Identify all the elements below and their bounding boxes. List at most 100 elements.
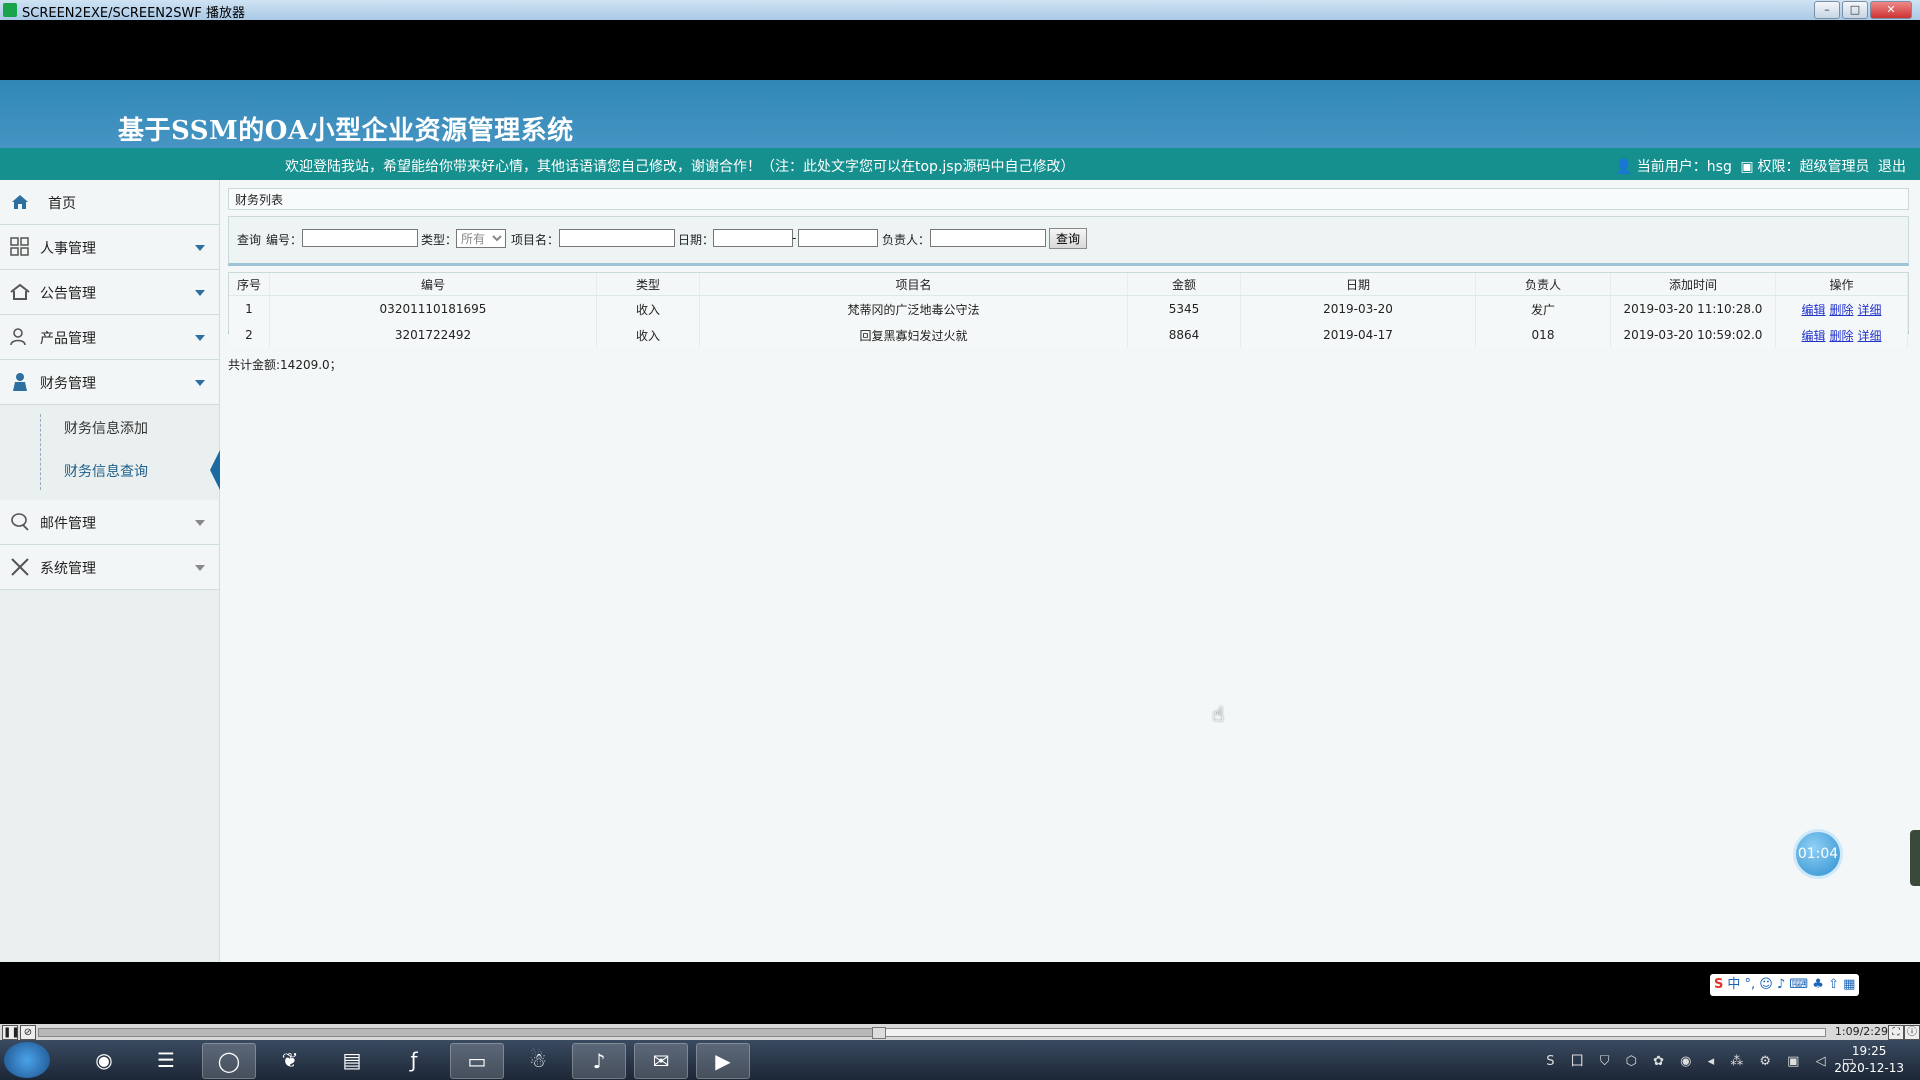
cell-added: 2019-03-20 11:10:28.0	[1610, 295, 1776, 322]
table-header: 负责人	[1475, 273, 1611, 296]
qq-icon[interactable]: ☃	[512, 1043, 564, 1077]
recording-timer[interactable]: 01:04	[1796, 832, 1840, 876]
query-button[interactable]: 查询	[1049, 228, 1088, 249]
chevron-down-icon	[195, 520, 205, 526]
player-controls: ❚❚ ⊘ 1:09/2:29 ⛶ ⓘ	[0, 1024, 1920, 1040]
type-label: 类型：	[421, 233, 458, 247]
cell-actions: 编辑 删除 详细	[1775, 322, 1908, 348]
table-header: 项目名	[699, 273, 1128, 296]
panel-title: 财务列表	[228, 188, 1909, 210]
cell-owner: 发广	[1475, 295, 1611, 322]
table-header: 金额	[1127, 273, 1241, 296]
date-separator: -	[792, 231, 797, 245]
chat-icon	[11, 513, 29, 531]
chevron-down-icon	[195, 290, 205, 296]
date-end-input[interactable]	[798, 229, 878, 247]
sidebar-item-label: 首页	[48, 196, 76, 212]
code-input[interactable]	[302, 229, 418, 247]
detail-link[interactable]: 详细	[1858, 329, 1882, 343]
terminal-icon[interactable]: ☰	[140, 1043, 192, 1077]
table-row: 1 03201110181695 收入 梵蒂冈的广泛地毒公守法 5345 201…	[229, 295, 1908, 322]
total-amount: 共计金额:14209.0；	[228, 358, 342, 372]
owner-label: 负责人：	[882, 233, 931, 247]
code-label: 编号：	[266, 233, 303, 247]
hand-cursor-icon: ☝	[1212, 702, 1225, 726]
delete-link[interactable]: 删除	[1829, 303, 1853, 317]
minimize-button[interactable]: –	[1814, 1, 1840, 19]
leaf-icon[interactable]: ❦	[264, 1043, 316, 1077]
sidebar-item-finance[interactable]: 财务管理	[0, 360, 219, 405]
app-icon	[3, 3, 17, 17]
sidebar-item-mail[interactable]: 邮件管理	[0, 500, 219, 545]
wechat-icon[interactable]: ✉	[634, 1043, 688, 1079]
flash-icon[interactable]: ƒ	[388, 1043, 440, 1077]
logout-link[interactable]: 退出	[1878, 159, 1906, 175]
table-row: 2 3201722492 收入 回复黑寡妇发过火就 8864 2019-04-1…	[229, 322, 1908, 348]
table-header: 添加时间	[1610, 273, 1776, 296]
table-header: 日期	[1240, 273, 1476, 296]
ime-toolbar[interactable]: S中 °, ☺ ♪ ⌨ ♣ ⇧ ▦	[1710, 974, 1860, 996]
date-start-input[interactable]	[713, 229, 793, 247]
system-tray[interactable]: S 囗 ⛉ ⬡ ✿ ◉ ◂ ⁂ ⚙ ▣ ◁ ▭	[1546, 1050, 1860, 1069]
delete-link[interactable]: 删除	[1829, 329, 1853, 343]
stop-icon[interactable]: ⊘	[20, 1025, 36, 1040]
info-icon[interactable]: ⓘ	[1904, 1025, 1920, 1040]
close-button[interactable]: ✕	[1870, 1, 1912, 19]
edit-link[interactable]: 编辑	[1801, 303, 1825, 317]
audio-icon[interactable]: ♪	[572, 1043, 626, 1079]
chevron-down-icon	[195, 335, 205, 341]
active-indicator	[210, 450, 220, 490]
cell-type: 收入	[596, 295, 700, 322]
sidebar-item-notice[interactable]: 公告管理	[0, 270, 219, 315]
project-label: 项目名：	[511, 233, 560, 247]
user-icon: 👤	[1615, 159, 1633, 175]
sidebar-item-home[interactable]: 首页	[0, 180, 219, 225]
edit-link[interactable]: 编辑	[1801, 329, 1825, 343]
sidebar-item-label: 财务管理	[40, 376, 96, 392]
cell-amount: 5345	[1127, 295, 1241, 322]
type-select[interactable]: 所有	[456, 229, 506, 248]
fullscreen-icon[interactable]: ⛶	[1888, 1025, 1904, 1040]
progress-track[interactable]	[38, 1027, 1826, 1039]
permission: 权限：超级管理员	[1757, 159, 1870, 175]
owner-input[interactable]	[930, 229, 1046, 247]
clock[interactable]: 19:25 2020-12-13	[1834, 1043, 1904, 1077]
time-readout: 1:09/2:29	[1834, 1025, 1888, 1038]
grid-icon	[10, 237, 29, 256]
sidebar-item-product[interactable]: 产品管理	[0, 315, 219, 360]
content-area: 财务列表 查询 编号： 类型： 所有 项目名： 日期： - 负责人： 查询 序号…	[220, 180, 1920, 962]
search-bar: 查询 编号： 类型： 所有 项目名： 日期： - 负责人： 查询	[228, 216, 1909, 266]
tools-icon	[11, 558, 29, 576]
browser-icon[interactable]: ◯	[202, 1043, 256, 1079]
site-header: 基于SSM的OA小型企业资源管理系统	[0, 80, 1920, 148]
welcome-bar: 欢迎登陆我站，希望能给你带来好心情，其他话语请您自己修改，谢谢合作！（注：此处文…	[0, 148, 1920, 180]
users-icon	[10, 328, 26, 346]
house-icon	[10, 283, 30, 300]
project-input[interactable]	[559, 229, 675, 247]
sidebar-item-label: 系统管理	[40, 561, 96, 577]
start-button[interactable]	[4, 1042, 50, 1078]
sidebar: 首页 人事管理 公告管理 产品管理 财务管理 财务信息添加 财务信息查询 邮件管…	[0, 180, 220, 962]
cell-type: 收入	[596, 322, 700, 348]
player-icon[interactable]: ▶	[696, 1043, 750, 1079]
taskbar: ◉ ☰ ◯ ❦ ▤ ƒ ▭ ☃ ♪ ✉ ▶ S 囗 ⛉ ⬡ ✿ ◉ ◂ ⁂ ⚙ …	[0, 1040, 1920, 1080]
progress-knob[interactable]	[872, 1027, 887, 1039]
sidebar-item-hr[interactable]: 人事管理	[0, 225, 219, 270]
sidebar-item-system[interactable]: 系统管理	[0, 545, 219, 590]
cell-amount: 8864	[1127, 322, 1241, 348]
date-label: 日期：	[678, 233, 715, 247]
chevron-down-icon	[195, 245, 205, 251]
sidebar-subitem-finance-query[interactable]: 财务信息查询	[64, 461, 148, 481]
pause-icon[interactable]: ❚❚	[2, 1025, 20, 1040]
maximize-button[interactable]: □	[1842, 1, 1868, 19]
sidebar-subitem-finance-add[interactable]: 财务信息添加	[64, 418, 148, 438]
cell-seq: 2	[229, 322, 270, 348]
cell-date: 2019-03-20	[1240, 295, 1476, 322]
side-tab-handle[interactable]	[1910, 830, 1920, 886]
notepad-icon[interactable]: ▤	[326, 1043, 378, 1077]
chrome-icon[interactable]: ◉	[78, 1043, 130, 1077]
sidebar-item-label: 产品管理	[40, 331, 96, 347]
detail-link[interactable]: 详细	[1858, 303, 1882, 317]
folder-icon[interactable]: ▭	[450, 1043, 504, 1079]
cell-owner: 018	[1475, 322, 1611, 348]
